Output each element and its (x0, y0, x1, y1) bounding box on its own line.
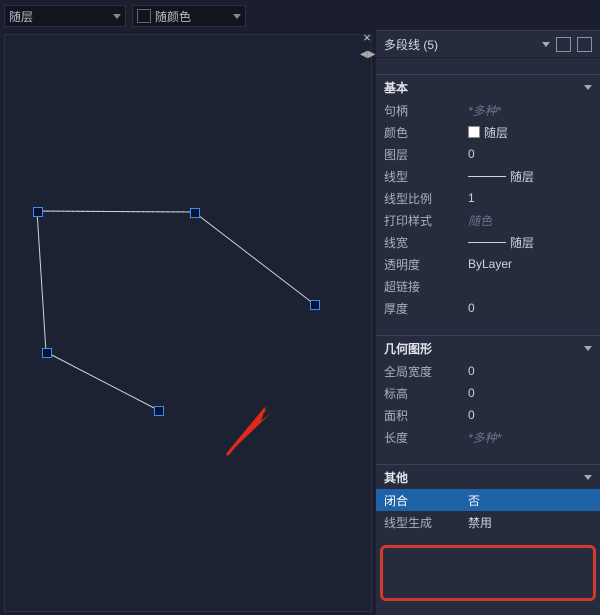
grip-icon[interactable] (190, 208, 200, 218)
chevron-down-icon (233, 14, 241, 19)
row-plotstyle[interactable]: 打印样式随色 (376, 209, 600, 231)
close-icon[interactable]: × (360, 31, 374, 45)
chevron-down-icon (113, 14, 121, 19)
grip-icon[interactable] (154, 406, 164, 416)
chevron-down-icon (584, 85, 592, 90)
row-hyperlink[interactable]: 超链接 (376, 275, 600, 297)
panel-header[interactable]: 多段线 (5) (376, 31, 600, 58)
grip-icon[interactable] (42, 348, 52, 358)
row-globalwidth[interactable]: 全局宽度0 (376, 360, 600, 382)
drawing-canvas[interactable] (4, 34, 372, 612)
row-ltgen[interactable]: 线型生成禁用 (376, 511, 600, 533)
row-layer[interactable]: 图层0 (376, 143, 600, 165)
section-basic[interactable]: 基本 (376, 74, 600, 99)
row-transparency[interactable]: 透明度ByLayer (376, 253, 600, 275)
row-thickness[interactable]: 厚度0 (376, 297, 600, 319)
chevron-down-icon (584, 346, 592, 351)
section-geometry[interactable]: 几何图形 (376, 335, 600, 360)
grip-icon[interactable] (33, 207, 43, 217)
grip-icon[interactable] (310, 300, 320, 310)
linetype-sample-icon (468, 176, 506, 177)
row-linetype[interactable]: 线型随层 (376, 165, 600, 187)
row-ltscale[interactable]: 线型比例1 (376, 187, 600, 209)
row-closed[interactable]: 闭合否 (376, 489, 600, 511)
top-toolbar: 随层 随颜色 (4, 4, 596, 28)
row-length[interactable]: 长度*多种* (376, 426, 600, 448)
section-label: 几何图形 (384, 340, 432, 357)
chevron-down-icon[interactable] (542, 42, 550, 47)
row-area[interactable]: 面积0 (376, 404, 600, 426)
row-handle[interactable]: 句柄*多种* (376, 99, 600, 121)
annotation-arrow-icon (221, 401, 281, 464)
collapse-icon[interactable]: ◀▶ (360, 49, 375, 60)
panel-title: 多段线 (5) (384, 36, 438, 53)
color-dropdown[interactable]: 随颜色 (132, 5, 246, 27)
quick-select-icon[interactable] (577, 37, 592, 52)
row-elevation[interactable]: 标高0 (376, 382, 600, 404)
section-other[interactable]: 其他 (376, 464, 600, 489)
properties-panel: × ◀▶ 多段线 (5) 基本 句柄*多种* 颜色随层 图层0 线型随层 线型比… (375, 30, 600, 615)
lineweight-sample-icon (468, 242, 506, 243)
section-label: 其他 (384, 469, 408, 486)
chevron-down-icon (584, 475, 592, 480)
layer-value: 随层 (9, 8, 33, 25)
section-label: 基本 (384, 79, 408, 96)
toggle-pim-icon[interactable] (556, 37, 571, 52)
row-lineweight[interactable]: 线宽随层 (376, 231, 600, 253)
color-swatch-icon (137, 9, 151, 23)
row-color[interactable]: 颜色随层 (376, 121, 600, 143)
color-swatch-icon (468, 126, 480, 138)
polyline-object[interactable] (35, 173, 343, 425)
layer-dropdown[interactable]: 随层 (4, 5, 126, 27)
color-value: 随颜色 (155, 8, 191, 25)
